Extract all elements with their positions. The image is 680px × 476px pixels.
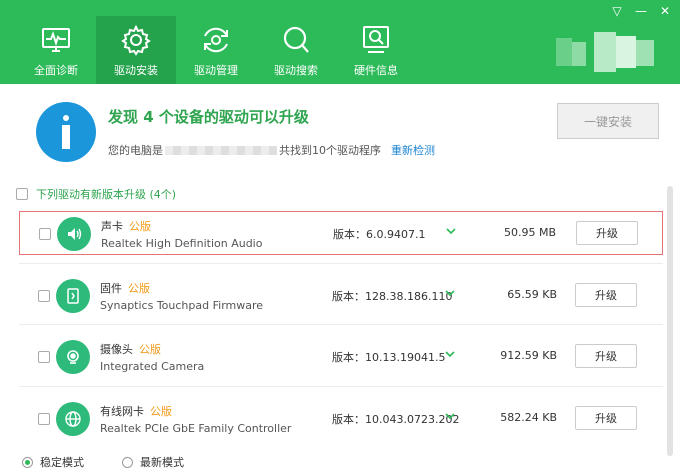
driver-size: 50.95 MB bbox=[503, 226, 556, 239]
row-divider bbox=[19, 386, 663, 387]
driver-model: Realtek PCIe GbE Family Controller bbox=[100, 422, 292, 435]
tab-label: 全面诊断 bbox=[34, 64, 78, 77]
chevron-down-icon[interactable] bbox=[443, 347, 457, 361]
row-checkbox[interactable] bbox=[39, 228, 51, 240]
info-icon bbox=[36, 102, 96, 162]
driver-type: 固件 公版 bbox=[100, 282, 150, 295]
driver-model: Synaptics Touchpad Firmware bbox=[100, 299, 264, 312]
app-header: ▽ — ✕ 全面诊断 驱动安装 驱动管理 驱动搜索 硬件信息 bbox=[0, 0, 680, 84]
search-icon bbox=[283, 26, 309, 53]
hardware-search-icon bbox=[363, 26, 389, 53]
list-header-label: 下列驱动有新版本升级 (4个) bbox=[36, 188, 177, 201]
row-divider bbox=[19, 324, 663, 325]
driver-type: 声卡 公版 bbox=[101, 220, 151, 233]
tab-label: 驱动安装 bbox=[114, 64, 158, 77]
close-icon[interactable]: ✕ bbox=[658, 4, 672, 18]
driver-type: 有线网卡 公版 bbox=[100, 405, 172, 418]
driver-version: 版本：10.043.0723.202 bbox=[332, 413, 460, 426]
list-header: 下列驱动有新版本升级 (4个) bbox=[16, 186, 176, 202]
tab-label: 硬件信息 bbox=[354, 64, 398, 77]
radio-label: 稳定模式 bbox=[40, 456, 84, 469]
row-divider bbox=[19, 263, 663, 264]
menu-icon[interactable]: ▽ bbox=[610, 4, 624, 18]
row-checkbox[interactable] bbox=[38, 351, 50, 363]
gear-icon bbox=[121, 24, 151, 56]
summary-suffix: 共找到10个驱动程序 bbox=[279, 144, 381, 157]
upgrade-button[interactable]: 升级 bbox=[576, 221, 638, 245]
row-checkbox[interactable] bbox=[38, 413, 50, 425]
tab-hardware-info[interactable]: 硬件信息 bbox=[336, 16, 416, 84]
summary-subtitle: 您的电脑是 共找到10个驱动程序 重新检测 bbox=[108, 142, 435, 158]
driver-tag: 公版 bbox=[129, 220, 151, 233]
radio-label: 最新模式 bbox=[140, 456, 184, 469]
list-scrollbar[interactable] bbox=[667, 186, 673, 456]
driver-row[interactable]: 有线网卡 公版 Realtek PCIe GbE Family Controlle… bbox=[19, 397, 663, 441]
blurred-avatar-area bbox=[556, 32, 654, 72]
select-all-checkbox[interactable] bbox=[16, 188, 28, 200]
radio-indicator bbox=[22, 456, 33, 468]
driver-row[interactable]: 声卡 公版 Realtek High Definition Audio 版本：6.… bbox=[19, 211, 663, 255]
globe-icon bbox=[56, 402, 90, 436]
upgrade-button[interactable]: 升级 bbox=[575, 344, 637, 368]
main-nav: 全面诊断 驱动安装 驱动管理 驱动搜索 硬件信息 bbox=[16, 16, 416, 84]
refresh-gear-icon bbox=[204, 27, 228, 53]
tab-driver-install[interactable]: 驱动安装 bbox=[96, 16, 176, 84]
mode-footer: 稳定模式 最新模式 bbox=[0, 448, 680, 476]
tab-driver-manage[interactable]: 驱动管理 bbox=[176, 16, 256, 84]
driver-size: 582.24 KB bbox=[500, 411, 557, 424]
recheck-link[interactable]: 重新检测 bbox=[391, 142, 435, 158]
tab-driver-search[interactable]: 驱动搜索 bbox=[256, 16, 336, 84]
driver-tag: 公版 bbox=[128, 282, 150, 295]
stable-mode-radio[interactable]: 稳定模式 bbox=[22, 454, 84, 470]
chevron-down-icon[interactable] bbox=[444, 224, 458, 238]
driver-row[interactable]: 固件 公版 Synaptics Touchpad Firmware 版本：128.… bbox=[19, 274, 663, 318]
camera-icon bbox=[56, 340, 90, 374]
minimize-icon[interactable]: — bbox=[634, 4, 648, 18]
latest-mode-radio[interactable]: 最新模式 bbox=[122, 454, 184, 470]
driver-version: 版本：10.13.19041.5 bbox=[332, 351, 446, 364]
monitor-pulse-icon bbox=[42, 28, 70, 52]
driver-version: 版本：6.0.9407.1 bbox=[333, 228, 426, 241]
driver-model: Integrated Camera bbox=[100, 360, 205, 373]
tab-full-diagnosis[interactable]: 全面诊断 bbox=[16, 16, 96, 84]
driver-row[interactable]: 摄像头 公版 Integrated Camera 版本：10.13.19041.5… bbox=[19, 335, 663, 379]
row-checkbox[interactable] bbox=[38, 290, 50, 302]
driver-type: 摄像头 公版 bbox=[100, 343, 161, 356]
driver-tag: 公版 bbox=[150, 405, 172, 418]
summary-prefix: 您的电脑是 bbox=[108, 144, 163, 157]
upgrade-button[interactable]: 升级 bbox=[575, 283, 637, 307]
driver-version: 版本：128.38.186.110 bbox=[332, 290, 453, 303]
radio-indicator bbox=[122, 456, 133, 468]
install-all-button[interactable]: 一键安装 bbox=[557, 103, 659, 139]
redacted-model bbox=[165, 145, 277, 155]
chevron-down-icon[interactable] bbox=[443, 286, 457, 300]
chevron-down-icon[interactable] bbox=[443, 409, 457, 423]
speaker-icon bbox=[57, 217, 91, 251]
tab-label: 驱动管理 bbox=[194, 64, 238, 77]
upgrade-button[interactable]: 升级 bbox=[575, 406, 637, 430]
firmware-icon bbox=[56, 279, 90, 313]
driver-size: 65.59 KB bbox=[507, 288, 557, 301]
driver-size: 912.59 KB bbox=[500, 349, 557, 362]
summary-title: 发现 4 个设备的驱动可以升级 bbox=[108, 108, 309, 126]
tab-label: 驱动搜索 bbox=[274, 64, 318, 77]
driver-tag: 公版 bbox=[139, 343, 161, 356]
driver-model: Realtek High Definition Audio bbox=[101, 237, 263, 250]
window-controls: ▽ — ✕ bbox=[610, 4, 672, 18]
